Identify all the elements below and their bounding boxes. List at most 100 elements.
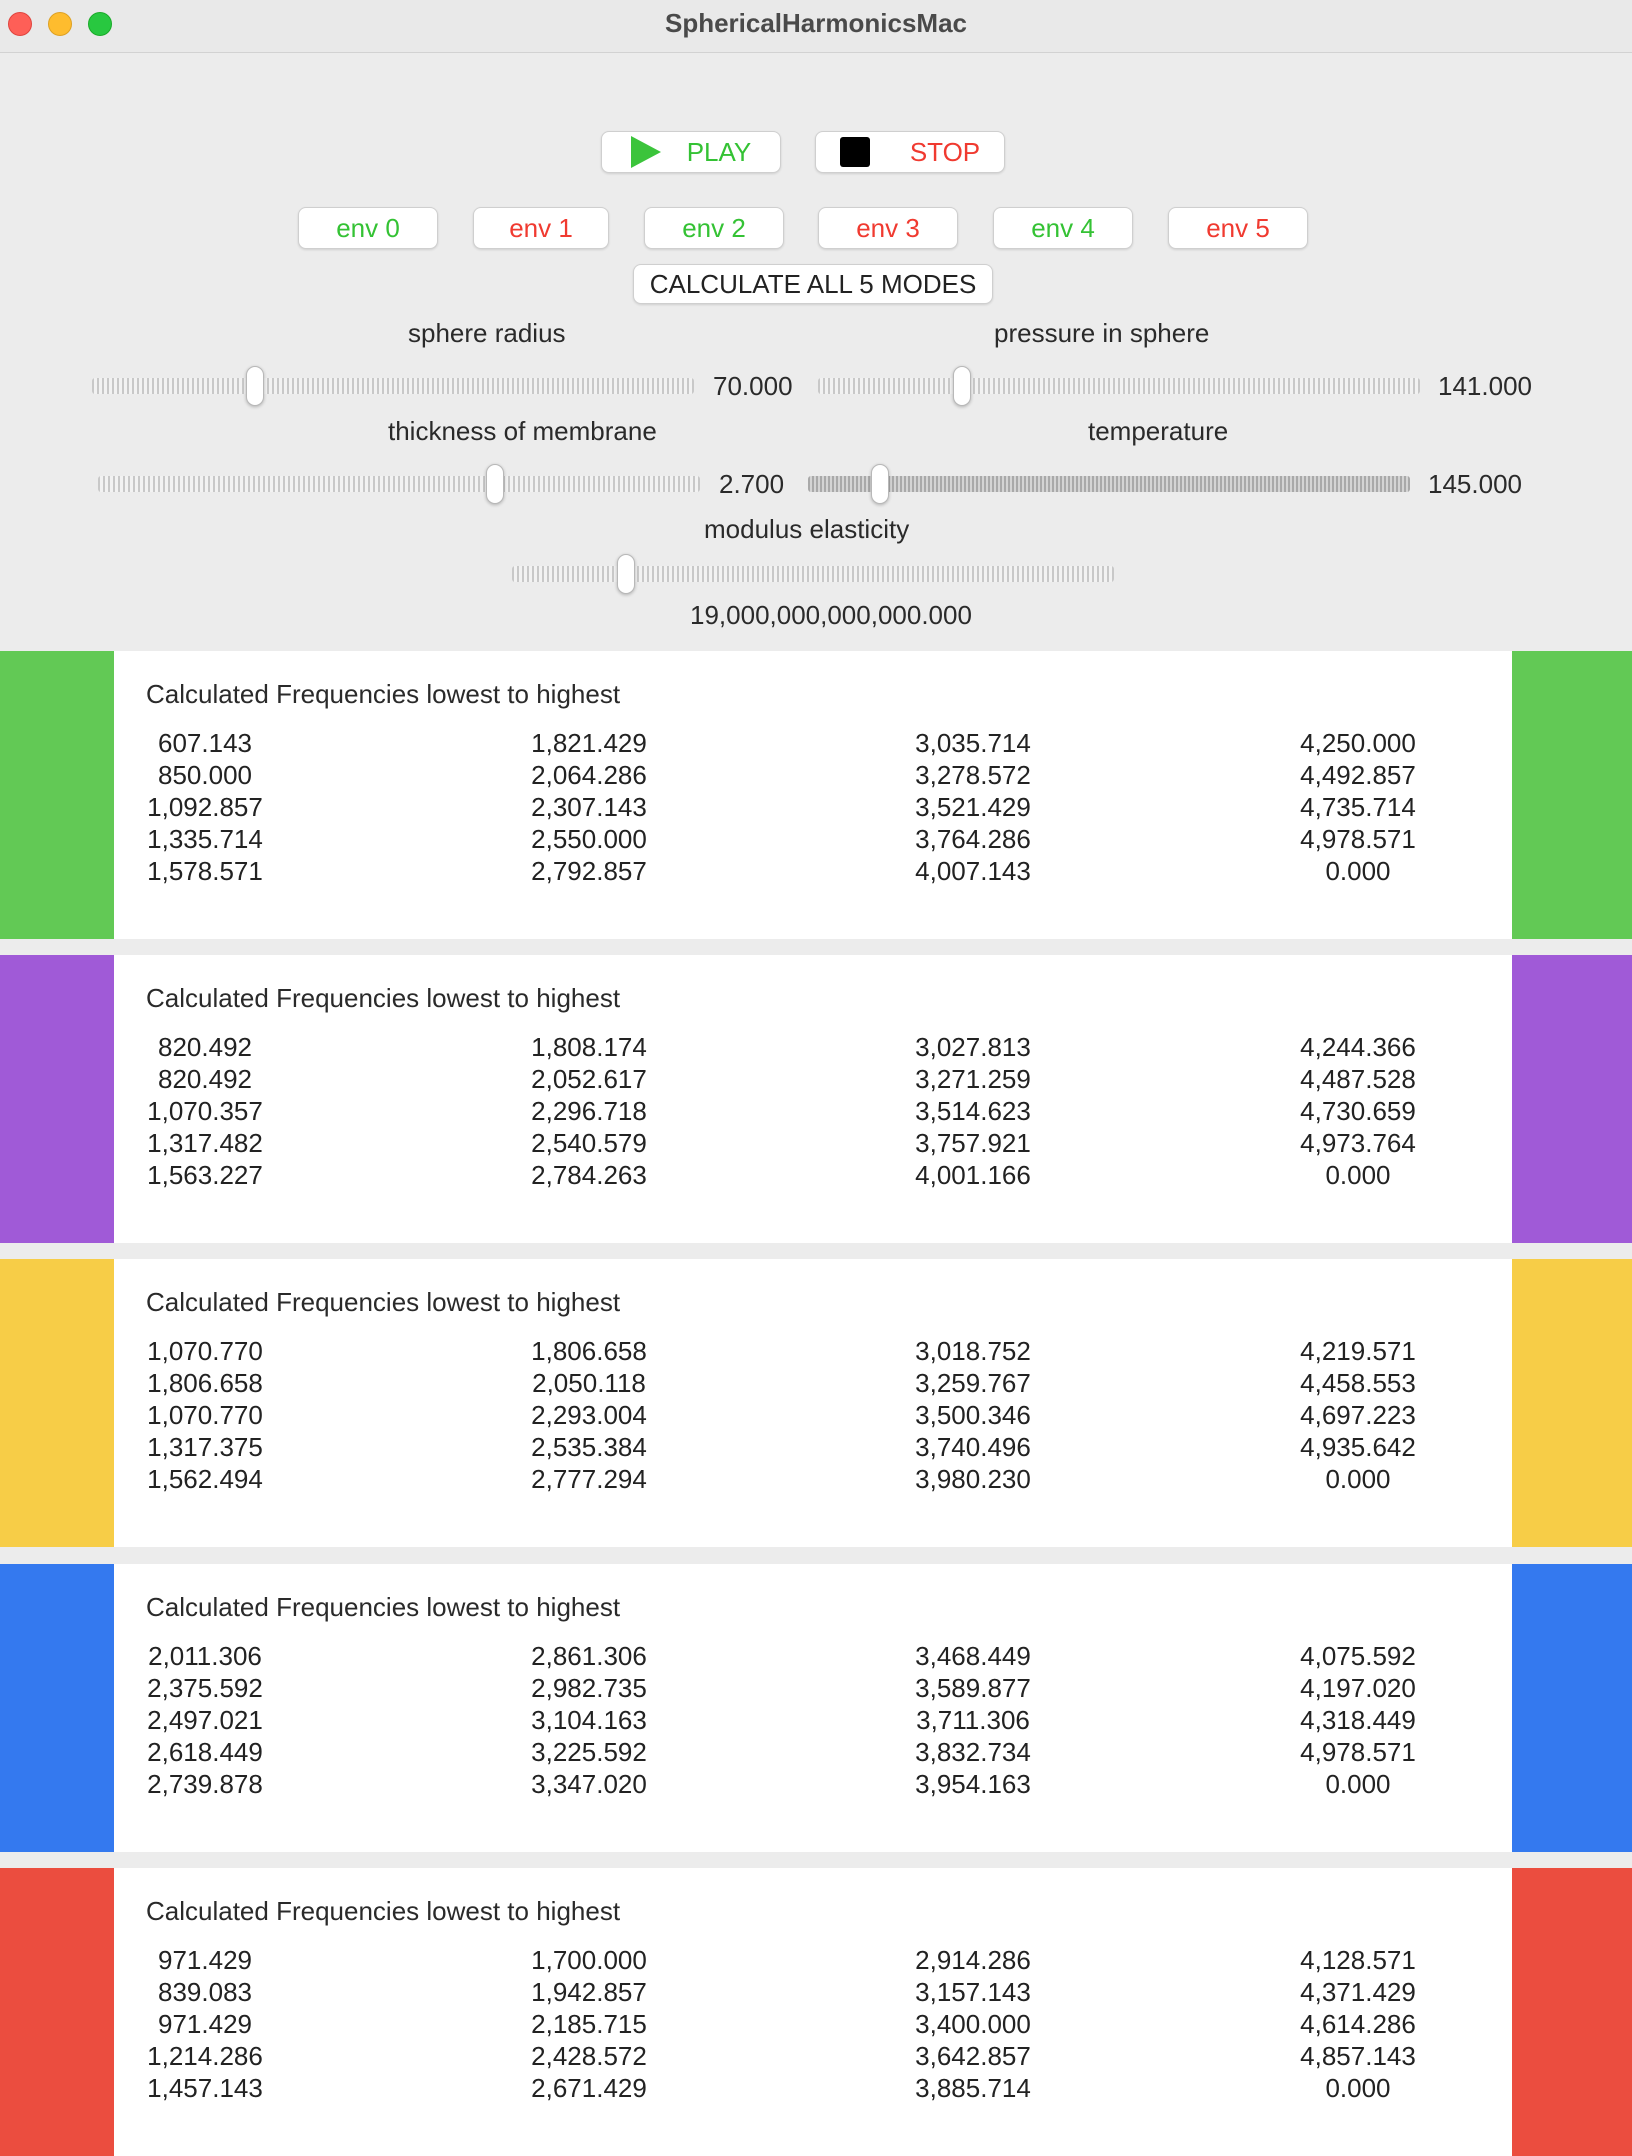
sphere-radius-slider[interactable] bbox=[92, 366, 694, 406]
thickness-slider-knob[interactable] bbox=[486, 464, 505, 504]
frequency-value: 3,259.767 bbox=[915, 1368, 1031, 1398]
frequency-value: 1,214.286 bbox=[147, 2041, 263, 2071]
temperature-value: 145.000 bbox=[1428, 469, 1522, 499]
play-button[interactable]: PLAY bbox=[601, 131, 781, 173]
frequency-value: 1,563.227 bbox=[147, 1160, 263, 1190]
color-bar-right bbox=[1512, 1868, 1632, 2156]
frequency-value: 4,219.571 bbox=[1300, 1336, 1416, 1366]
env-1-button[interactable]: env 1 bbox=[473, 207, 609, 249]
frequency-value: 1,070.357 bbox=[147, 1096, 263, 1126]
stop-button[interactable]: STOP bbox=[815, 131, 1005, 173]
frequency-value: 2,550.000 bbox=[531, 824, 647, 854]
frequency-value: 2,050.118 bbox=[532, 1368, 646, 1398]
frequency-column: 4,244.366 4,487.528 4,730.659 4,973.764 0.00… bbox=[1248, 1031, 1468, 1191]
temperature-slider-knob[interactable] bbox=[871, 464, 890, 504]
play-label: PLAY bbox=[686, 136, 752, 167]
frequency-column: 1,808.174 2,052.617 2,296.718 2,540.579 2,78… bbox=[479, 1031, 699, 1191]
pressure-value: 141.000 bbox=[1438, 371, 1532, 401]
frequency-column: 4,075.592 4,197.020 4,318.449 4,978.571 0.00… bbox=[1248, 1640, 1468, 1800]
frequency-column: 1,806.658 2,050.118 2,293.004 2,535.384 2,77… bbox=[479, 1335, 699, 1495]
frequency-value: 4,735.714 bbox=[1300, 792, 1416, 822]
frequency-value: 2,375.592 bbox=[147, 1673, 263, 1703]
frequency-value: 4,730.659 bbox=[1300, 1096, 1416, 1126]
frequency-value: 1,806.658 bbox=[531, 1336, 647, 1366]
frequency-value: 3,271.259 bbox=[915, 1064, 1031, 1094]
modulus-slider[interactable] bbox=[512, 554, 1114, 594]
frequency-panel: Calculated Frequencies lowest to highest… bbox=[0, 651, 1632, 939]
frequency-value: 2,618.449 bbox=[147, 1737, 263, 1767]
frequency-panel: Calculated Frequencies lowest to highest… bbox=[0, 1259, 1632, 1547]
frequency-value: 3,468.449 bbox=[915, 1641, 1031, 1671]
frequency-value: 3,278.572 bbox=[915, 760, 1031, 790]
frequency-value: 2,296.718 bbox=[531, 1096, 647, 1126]
frequency-value: 1,317.482 bbox=[147, 1128, 263, 1158]
calculate-all-modes-button[interactable]: CALCULATE ALL 5 MODES bbox=[633, 264, 993, 304]
frequency-value: 1,317.375 bbox=[147, 1432, 263, 1462]
frequency-value: 3,954.163 bbox=[915, 1769, 1031, 1799]
frequency-column: 3,035.714 3,278.572 3,521.429 3,764.286 4,00… bbox=[863, 727, 1083, 887]
frequency-value: 4,128.571 bbox=[1300, 1945, 1416, 1975]
frequency-value: 2,739.878 bbox=[147, 1769, 263, 1799]
panel-title: Calculated Frequencies lowest to highest bbox=[146, 983, 621, 1013]
play-icon bbox=[630, 136, 661, 168]
frequency-value: 1,092.857 bbox=[147, 792, 263, 822]
frequency-value: 3,757.921 bbox=[915, 1128, 1031, 1158]
thickness-slider[interactable] bbox=[98, 464, 700, 504]
modulus-slider-knob[interactable] bbox=[617, 554, 636, 594]
frequency-value: 2,982.735 bbox=[531, 1673, 647, 1703]
frequency-column: 3,027.813 3,271.259 3,514.623 3,757.921 4,00… bbox=[863, 1031, 1083, 1191]
frequency-value: 4,318.449 bbox=[1300, 1705, 1416, 1735]
frequency-value: 1,700.000 bbox=[531, 1945, 647, 1975]
frequency-value: 0.000 bbox=[1325, 1464, 1391, 1494]
frequency-value: 3,027.813 bbox=[915, 1032, 1031, 1062]
frequency-value: 3,514.623 bbox=[915, 1096, 1031, 1126]
frequency-value: 1,942.857 bbox=[531, 1977, 647, 2007]
panel-title: Calculated Frequencies lowest to highest bbox=[146, 1592, 621, 1622]
frequency-value: 3,589.877 bbox=[915, 1673, 1031, 1703]
frequency-value: 2,185.715 bbox=[531, 2009, 647, 2039]
frequency-value: 4,697.223 bbox=[1300, 1400, 1416, 1430]
frequency-column: 2,011.306 2,375.592 2,497.021 2,618.449 2,73… bbox=[95, 1640, 315, 1800]
title-bar: SphericalHarmonicsMac bbox=[0, 0, 1632, 53]
frequency-value: 1,070.770 bbox=[147, 1336, 263, 1366]
env-5-button[interactable]: env 5 bbox=[1168, 207, 1308, 249]
frequency-value: 3,500.346 bbox=[915, 1400, 1031, 1430]
env-0-button[interactable]: env 0 bbox=[298, 207, 438, 249]
temperature-slider[interactable] bbox=[808, 464, 1410, 504]
frequency-value: 4,973.764 bbox=[1300, 1128, 1416, 1158]
frequency-column: 4,250.000 4,492.857 4,735.714 4,978.571 0.00… bbox=[1248, 727, 1468, 887]
frequency-value: 2,293.004 bbox=[531, 1400, 647, 1430]
frequency-column: 4,219.571 4,458.553 4,697.223 4,935.642 0.00… bbox=[1248, 1335, 1468, 1495]
frequency-value: 4,978.571 bbox=[1300, 1737, 1416, 1767]
pressure-slider[interactable] bbox=[818, 366, 1420, 406]
frequency-value: 3,018.752 bbox=[915, 1336, 1031, 1366]
panel-title: Calculated Frequencies lowest to highest bbox=[146, 1896, 621, 1926]
env-2-button[interactable]: env 2 bbox=[644, 207, 784, 249]
frequency-value: 0.000 bbox=[1325, 2073, 1391, 2103]
frequency-value: 1,578.571 bbox=[147, 856, 263, 886]
frequency-value: 3,711.306 bbox=[916, 1705, 1030, 1735]
frequency-value: 3,832.734 bbox=[915, 1737, 1031, 1767]
pressure-slider-knob[interactable] bbox=[953, 366, 972, 406]
sphere-radius-slider-knob[interactable] bbox=[245, 366, 264, 406]
env-4-button[interactable]: env 4 bbox=[993, 207, 1133, 249]
frequency-value: 3,157.143 bbox=[915, 1977, 1031, 2007]
frequency-value: 820.492 bbox=[158, 1064, 252, 1094]
frequency-value: 3,642.857 bbox=[915, 2041, 1031, 2071]
frequency-column: 2,914.286 3,157.143 3,400.000 3,642.857 3,88… bbox=[863, 1944, 1083, 2104]
frequency-value: 4,492.857 bbox=[1300, 760, 1416, 790]
frequency-value: 1,808.174 bbox=[531, 1032, 647, 1062]
frequency-value: 1,562.494 bbox=[147, 1464, 263, 1494]
frequency-value: 2,052.617 bbox=[531, 1064, 647, 1094]
color-bar-right bbox=[1512, 955, 1632, 1243]
frequency-column: 1,821.429 2,064.286 2,307.143 2,550.000 2,79… bbox=[479, 727, 699, 887]
frequency-value: 4,075.592 bbox=[1300, 1641, 1416, 1671]
pressure-label: pressure in sphere bbox=[994, 318, 1210, 348]
frequency-column: 3,018.752 3,259.767 3,500.346 3,740.496 3,98… bbox=[863, 1335, 1083, 1495]
frequency-value: 4,458.553 bbox=[1300, 1368, 1416, 1398]
frequency-value: 971.429 bbox=[158, 2009, 252, 2039]
frequency-value: 2,777.294 bbox=[531, 1464, 647, 1494]
color-bar-right bbox=[1512, 1564, 1632, 1852]
frequency-value: 4,197.020 bbox=[1300, 1673, 1416, 1703]
env-3-button[interactable]: env 3 bbox=[818, 207, 958, 249]
